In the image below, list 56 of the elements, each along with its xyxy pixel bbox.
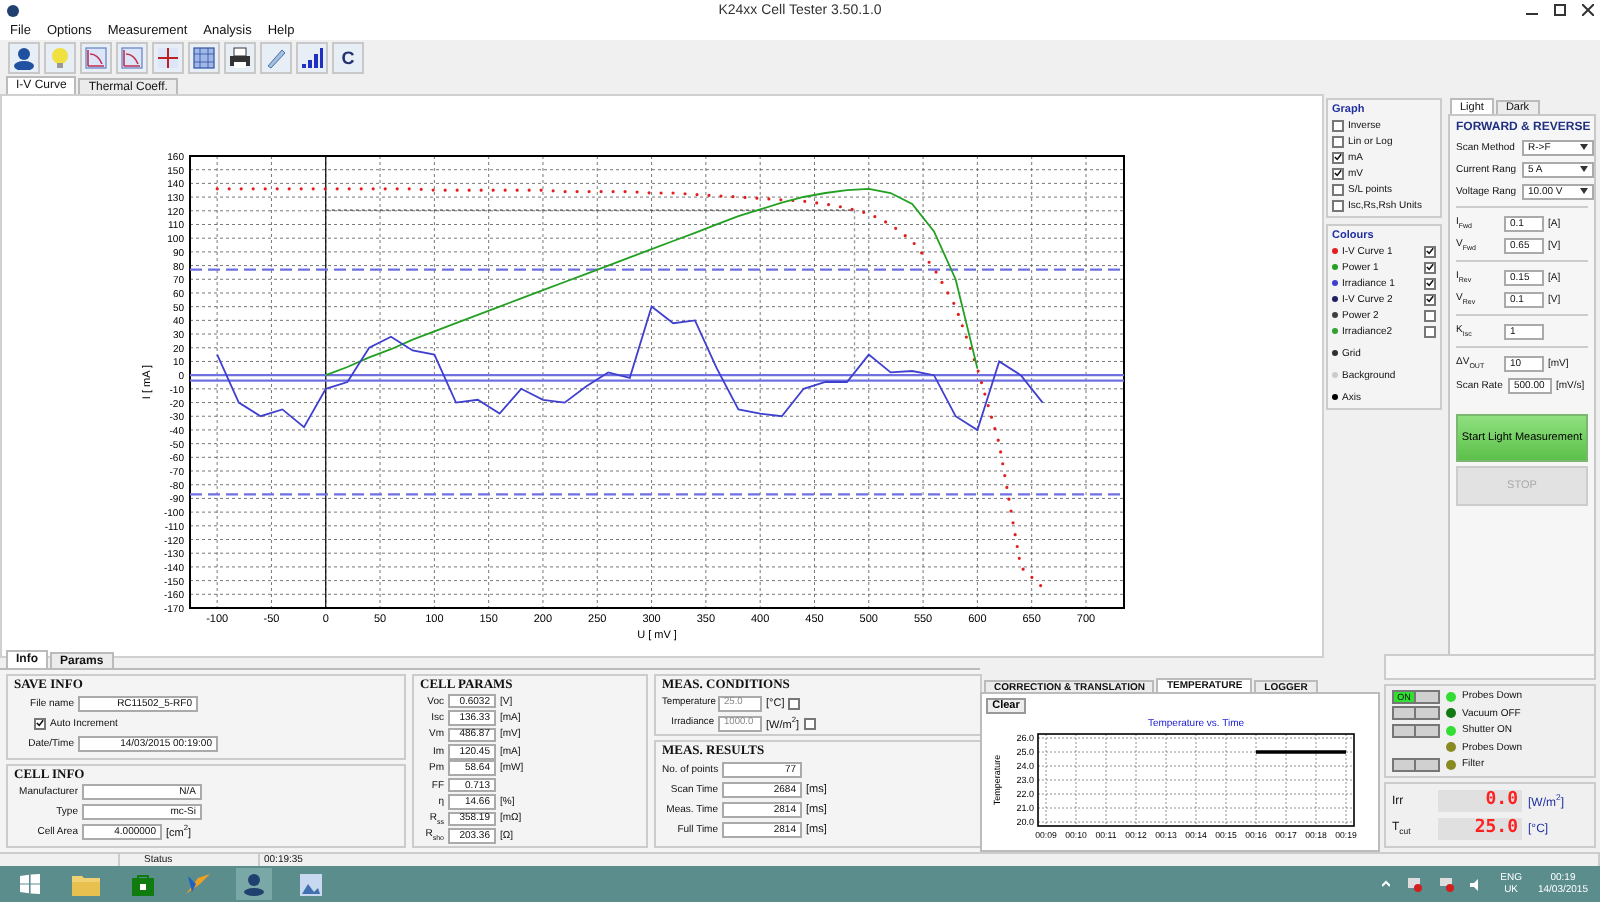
chart-icon (84, 46, 108, 70)
close-icon[interactable] (1582, 4, 1594, 16)
toolbar-button[interactable] (8, 42, 40, 74)
dropdown-arrow-icon (1580, 188, 1588, 194)
toolbar-button[interactable]: C (332, 42, 364, 74)
image-icon (299, 873, 321, 895)
checkbox[interactable] (1332, 199, 1344, 211)
toggle-switch[interactable] (1392, 706, 1440, 721)
checkbox[interactable] (34, 717, 46, 730)
color-dot[interactable] (1332, 328, 1338, 334)
color-dot[interactable] (1332, 248, 1338, 254)
lightbulb-icon (48, 46, 72, 70)
checkbox[interactable] (1424, 325, 1436, 337)
toggle-switch[interactable] (1392, 723, 1440, 738)
color-dot[interactable] (1332, 372, 1338, 378)
checkbox[interactable] (1332, 135, 1344, 147)
toolbar-button[interactable] (296, 42, 328, 74)
app-icon (6, 3, 20, 17)
toggle-switch[interactable] (1392, 757, 1440, 772)
person-icon (242, 872, 266, 896)
person-icon (12, 46, 36, 70)
bar-chart-icon (300, 46, 324, 70)
lcd-display: 0.0 (1438, 790, 1522, 812)
folder-icon (72, 873, 100, 895)
color-dot[interactable] (1332, 312, 1338, 318)
grid-icon (192, 46, 216, 70)
printer-icon (228, 46, 252, 70)
color-dot[interactable] (1332, 350, 1338, 356)
color-dot[interactable] (1332, 264, 1338, 270)
checkbox[interactable] (1332, 167, 1344, 179)
checkbox[interactable] (1424, 309, 1436, 321)
toolbar-button[interactable] (224, 42, 256, 74)
taskbar-button[interactable] (180, 868, 216, 900)
checkbox[interactable] (1424, 293, 1436, 305)
maximize-icon[interactable] (1554, 4, 1566, 16)
swoosh-icon (184, 872, 212, 896)
checkbox[interactable] (1332, 119, 1344, 131)
caret-icon[interactable] (1382, 880, 1391, 888)
chart-icon (120, 46, 144, 70)
dropdown-arrow-icon (1580, 144, 1588, 150)
pen-icon (264, 46, 288, 70)
lcd-display: 25.0 (1438, 818, 1522, 840)
checkbox[interactable] (1424, 261, 1436, 273)
checkbox[interactable] (1424, 245, 1436, 257)
checkbox[interactable] (1332, 183, 1344, 195)
color-dot[interactable] (1332, 394, 1338, 400)
color-dot[interactable] (1332, 296, 1338, 302)
windows-icon (20, 874, 40, 894)
data-line (1256, 750, 1346, 754)
taskbar-button[interactable] (236, 868, 272, 900)
checkbox[interactable] (1332, 151, 1344, 163)
checkbox[interactable] (1424, 277, 1436, 289)
color-dot[interactable] (1332, 280, 1338, 286)
crosshair-icon (156, 46, 180, 70)
dropdown-arrow-icon (1580, 166, 1588, 172)
shopping-bag-icon (131, 873, 153, 895)
